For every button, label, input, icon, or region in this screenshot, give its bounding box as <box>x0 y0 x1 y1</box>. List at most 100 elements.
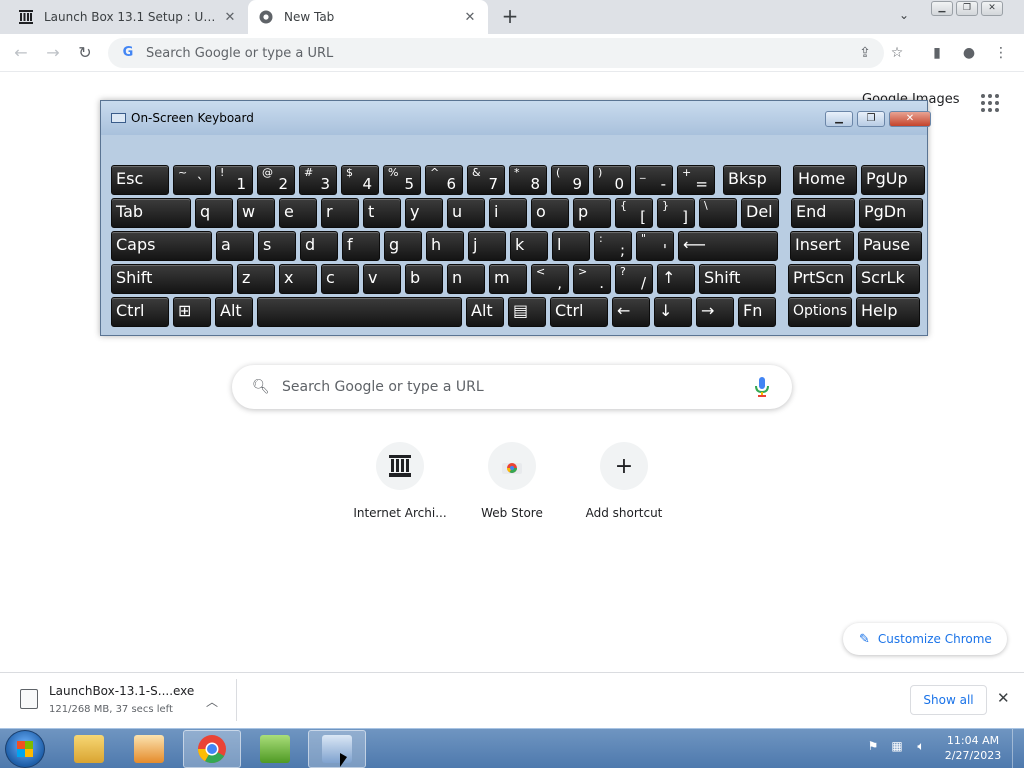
tab-new-tab[interactable]: New Tab ✕ <box>248 0 488 34</box>
osk-key[interactable]: b <box>405 264 443 294</box>
osk-key[interactable] <box>257 297 462 327</box>
google-apps-icon[interactable] <box>981 94 999 112</box>
osk-key[interactable]: a <box>216 231 254 261</box>
side-panel-icon[interactable]: ▮ <box>926 42 948 64</box>
restore-button[interactable]: ❐ <box>956 1 978 16</box>
share-icon[interactable]: ⇪ <box>854 38 876 68</box>
osk-key[interactable]: Del <box>741 198 779 228</box>
osk-key[interactable]: p <box>573 198 611 228</box>
shortcut-internet-archive[interactable]: Internet Archi... <box>344 442 456 520</box>
osk-key[interactable]: m <box>489 264 527 294</box>
osk-key[interactable]: Bksp <box>723 165 781 195</box>
osk-key[interactable]: Tab <box>111 198 191 228</box>
osk-key[interactable]: ScrLk <box>856 264 920 294</box>
osk-key[interactable]: c <box>321 264 359 294</box>
osk-key[interactable]: Ctrl <box>111 297 169 327</box>
clock[interactable]: 11:04 AM 2/27/2023 <box>940 733 1006 763</box>
forward-arrow-icon[interactable]: → <box>42 42 64 64</box>
taskbar-explorer[interactable] <box>60 730 118 768</box>
ntp-search-box[interactable]: 🔍︎ Search Google or type a URL <box>232 365 792 409</box>
osk-key[interactable]: g <box>384 231 422 261</box>
osk-key[interactable]: → <box>696 297 734 327</box>
osk-key[interactable]: _ - <box>635 165 673 195</box>
osk-key[interactable]: Ctrl <box>550 297 608 327</box>
download-item[interactable]: LaunchBox-13.1-S....exe 121/268 MB, 37 s… <box>14 681 234 721</box>
osk-key[interactable]: @2 <box>257 165 295 195</box>
osk-key[interactable]: x <box>279 264 317 294</box>
osk-key[interactable]: ? / <box>615 264 653 294</box>
tab-close-icon[interactable]: ✕ <box>462 10 478 25</box>
osk-key[interactable]: Esc <box>111 165 169 195</box>
osk-key[interactable]: k <box>510 231 548 261</box>
show-desktop-button[interactable] <box>1012 729 1024 768</box>
osk-key[interactable]: ▤ <box>508 297 546 327</box>
osk-key[interactable]: {[ <box>615 198 653 228</box>
osk-key[interactable]: " ' <box>636 231 674 261</box>
osk-key[interactable]: ) 0 <box>593 165 631 195</box>
tab-search-chevron-icon[interactable]: ⌄ <box>895 8 913 26</box>
osk-key[interactable]: Insert <box>790 231 854 261</box>
shortcut-web-store[interactable]: Web Store <box>456 442 568 520</box>
tab-launchbox[interactable]: Launch Box 13.1 Setup : Unbroke ✕ <box>8 0 248 34</box>
shortcut-add[interactable]: + Add shortcut <box>568 442 680 520</box>
osk-key[interactable]: + = <box>677 165 715 195</box>
back-arrow-icon[interactable]: ← <box>10 42 32 64</box>
osk-key[interactable]: \ <box>699 198 737 228</box>
osk-key[interactable]: Shift <box>699 264 776 294</box>
osk-key[interactable]: ⟵ <box>678 231 778 261</box>
osk-key[interactable]: ! 1 <box>215 165 253 195</box>
osk-key[interactable]: Home <box>793 165 857 195</box>
osk-key[interactable]: ~ ` <box>173 165 211 195</box>
minimize-button[interactable]: ▁ <box>931 1 953 16</box>
osk-key[interactable]: l <box>552 231 590 261</box>
osk-key[interactable]: Fn <box>738 297 776 327</box>
osk-key[interactable]: i <box>489 198 527 228</box>
osk-key[interactable]: >. <box>573 264 611 294</box>
network-icon[interactable]: ▦ <box>888 739 906 755</box>
volume-icon[interactable]: 🔈︎ <box>912 739 930 755</box>
reload-icon[interactable]: ↻ <box>74 42 96 64</box>
osk-key[interactable]: PgUp <box>861 165 925 195</box>
profile-avatar-icon[interactable]: ● <box>958 42 980 64</box>
osk-key[interactable]: w <box>237 198 275 228</box>
taskbar-csharp[interactable] <box>246 730 304 768</box>
start-button[interactable] <box>5 730 45 768</box>
osk-key[interactable]: Alt <box>466 297 504 327</box>
osk-key[interactable]: & 7 <box>467 165 505 195</box>
osk-key[interactable]: f <box>342 231 380 261</box>
menu-kebab-icon[interactable]: ⋮ <box>990 42 1012 64</box>
osk-key[interactable]: ⊞ <box>173 297 211 327</box>
osk-key[interactable]: z <box>237 264 275 294</box>
microphone-icon[interactable] <box>750 375 774 399</box>
osk-key[interactable]: q <box>195 198 233 228</box>
osk-key[interactable]: :; <box>594 231 632 261</box>
osk-key[interactable]: }] <box>657 198 695 228</box>
osk-key[interactable]: t <box>363 198 401 228</box>
osk-key[interactable]: Caps <box>111 231 212 261</box>
osk-key[interactable]: ↓ <box>654 297 692 327</box>
osk-key[interactable]: j <box>468 231 506 261</box>
osk-key[interactable]: v <box>363 264 401 294</box>
new-tab-button[interactable]: + <box>499 6 521 28</box>
osk-key[interactable]: Pause <box>858 231 922 261</box>
close-icon[interactable]: ✕ <box>997 689 1010 707</box>
taskbar-chrome[interactable] <box>183 730 241 768</box>
osk-key[interactable]: $4 <box>341 165 379 195</box>
osk-key[interactable]: <, <box>531 264 569 294</box>
osk-key[interactable]: s <box>258 231 296 261</box>
osk-key[interactable]: (9 <box>551 165 589 195</box>
show-all-button[interactable]: Show all <box>910 685 987 715</box>
bookmark-star-icon[interactable]: ☆ <box>886 38 908 68</box>
tab-close-icon[interactable]: ✕ <box>222 10 238 25</box>
osk-key[interactable]: y <box>405 198 443 228</box>
taskbar-osk[interactable] <box>308 730 366 768</box>
osk-key[interactable]: Help <box>856 297 920 327</box>
osk-key[interactable]: Shift <box>111 264 233 294</box>
close-window-button[interactable]: ✕ <box>981 1 1003 16</box>
osk-key[interactable]: End <box>791 198 855 228</box>
osk-key[interactable]: u <box>447 198 485 228</box>
osk-key[interactable]: ← <box>612 297 650 327</box>
customize-chrome-button[interactable]: ✎ Customize Chrome <box>843 623 1007 655</box>
osk-key[interactable]: % 5 <box>383 165 421 195</box>
chevron-up-icon[interactable]: ︿ <box>206 693 218 710</box>
